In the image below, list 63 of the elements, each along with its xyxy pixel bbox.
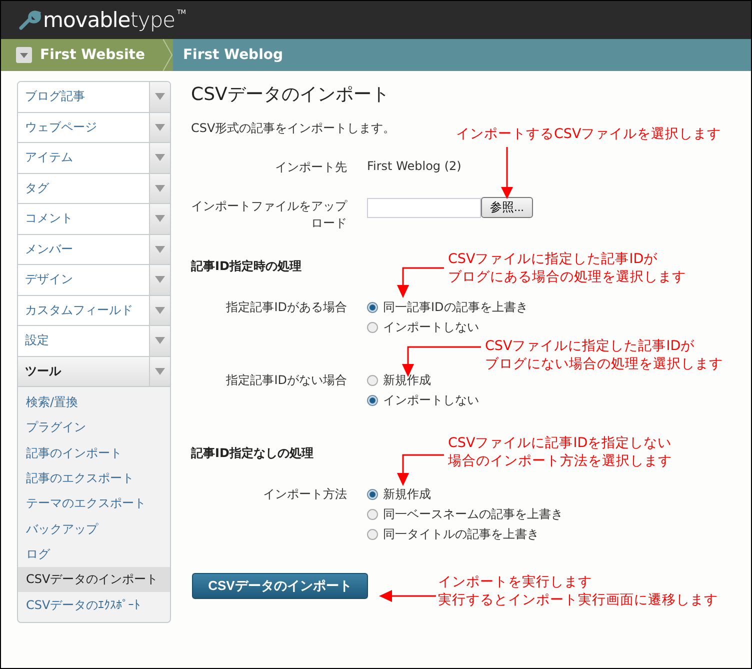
menu-item[interactable]: ツール — [18, 356, 149, 386]
radio-button[interactable] — [367, 395, 378, 406]
option-label[interactable]: 新規作成 — [383, 486, 431, 503]
caret-icon[interactable] — [149, 265, 170, 294]
arrow — [396, 265, 444, 298]
page-title: CSVデータのインポート — [191, 83, 390, 106]
caret-icon[interactable] — [149, 356, 170, 386]
radio-button[interactable] — [367, 489, 378, 500]
option-label[interactable]: 同一ベースネームの記事を上書き — [383, 506, 563, 523]
arrow — [396, 452, 444, 486]
caret-icon[interactable] — [149, 82, 170, 112]
caret-icon[interactable] — [149, 143, 170, 172]
submenu-item[interactable]: CSVデータのｴｸｽﾎﾟｰﾄ — [18, 592, 170, 618]
radio-button[interactable] — [367, 509, 378, 520]
dropdown-icon[interactable] — [16, 47, 32, 63]
annotation-text: インポートを実行します 実行するとインポート実行画面に遷移します — [438, 573, 718, 609]
radio-button[interactable] — [367, 529, 378, 540]
wrench-icon — [19, 10, 41, 30]
logo[interactable]: movabletype — [43, 8, 176, 32]
arrow — [501, 147, 513, 199]
page-description: CSV形式の記事をインポートします。 — [191, 120, 396, 137]
submenu-item[interactable]: プラグイン — [18, 415, 170, 441]
caret-icon[interactable] — [149, 326, 170, 356]
crumb-label[interactable]: First Weblog — [182, 47, 284, 63]
annotation-text: インポートするCSVファイルを選択します — [456, 125, 722, 143]
caret-icon[interactable] — [149, 204, 170, 234]
field-label: インポート先 — [274, 159, 347, 176]
submenu-item[interactable]: ログ — [18, 542, 170, 568]
annotation-text: CSVファイルに記事IDを指定しない 場合のインポート方法を選択します — [448, 434, 672, 470]
radio-button[interactable] — [367, 322, 378, 333]
field-label: インポートファイルをアップロード — [191, 198, 347, 232]
section-heading: 記事ID指定時の処理 — [191, 258, 302, 275]
import-target-value: First Weblog (2) — [367, 159, 462, 175]
caret-icon[interactable] — [149, 174, 170, 203]
submenu-item[interactable]: バックアップ — [18, 516, 170, 542]
option-label[interactable]: 同一タイトルの記事を上書き — [383, 526, 539, 543]
option-label[interactable]: 同一記事IDの記事を上書き — [383, 299, 528, 316]
annotation-text: CSVファイルに指定した記事IDが ブログにある場合の処理を選択します — [448, 250, 686, 286]
submenu-item[interactable]: 検索/置換 — [18, 390, 170, 416]
submenu-item[interactable]: 記事のインポート — [18, 440, 170, 466]
browse-button[interactable]: 参照... — [481, 197, 534, 218]
import-button[interactable]: CSVデータのインポート — [192, 573, 368, 599]
section-heading: 記事ID指定なしの処理 — [191, 445, 314, 462]
radio-button[interactable] — [367, 375, 378, 386]
option-label[interactable]: 新規作成 — [383, 372, 431, 389]
radio-button[interactable] — [367, 302, 378, 313]
website-crumb[interactable]: First Website — [1, 39, 173, 71]
annotation-text: CSVファイルに指定した記事IDが ブログにない場合の処理を選択します — [485, 337, 723, 373]
separator-chevron-icon — [162, 39, 173, 71]
crumb-label[interactable]: First Website — [40, 47, 145, 63]
caret-icon[interactable] — [149, 234, 170, 264]
arrow — [379, 589, 436, 603]
submenu-item[interactable]: テーマのエクスポート — [18, 491, 170, 516]
caret-icon[interactable] — [149, 112, 170, 142]
file-path-field[interactable] — [367, 198, 481, 218]
submenu-item[interactable]: CSVデータのインポート — [18, 567, 170, 592]
field-label: インポート方法 — [262, 486, 347, 503]
field-label: 指定記事IDがある場合 — [225, 299, 347, 316]
field-label: 指定記事IDがない場合 — [225, 372, 347, 389]
caret-icon[interactable] — [149, 296, 170, 325]
option-label[interactable]: インポートしない — [383, 319, 479, 336]
option-label[interactable]: インポートしない — [383, 392, 479, 409]
submenu-item[interactable]: 記事のエクスポート — [18, 466, 170, 492]
